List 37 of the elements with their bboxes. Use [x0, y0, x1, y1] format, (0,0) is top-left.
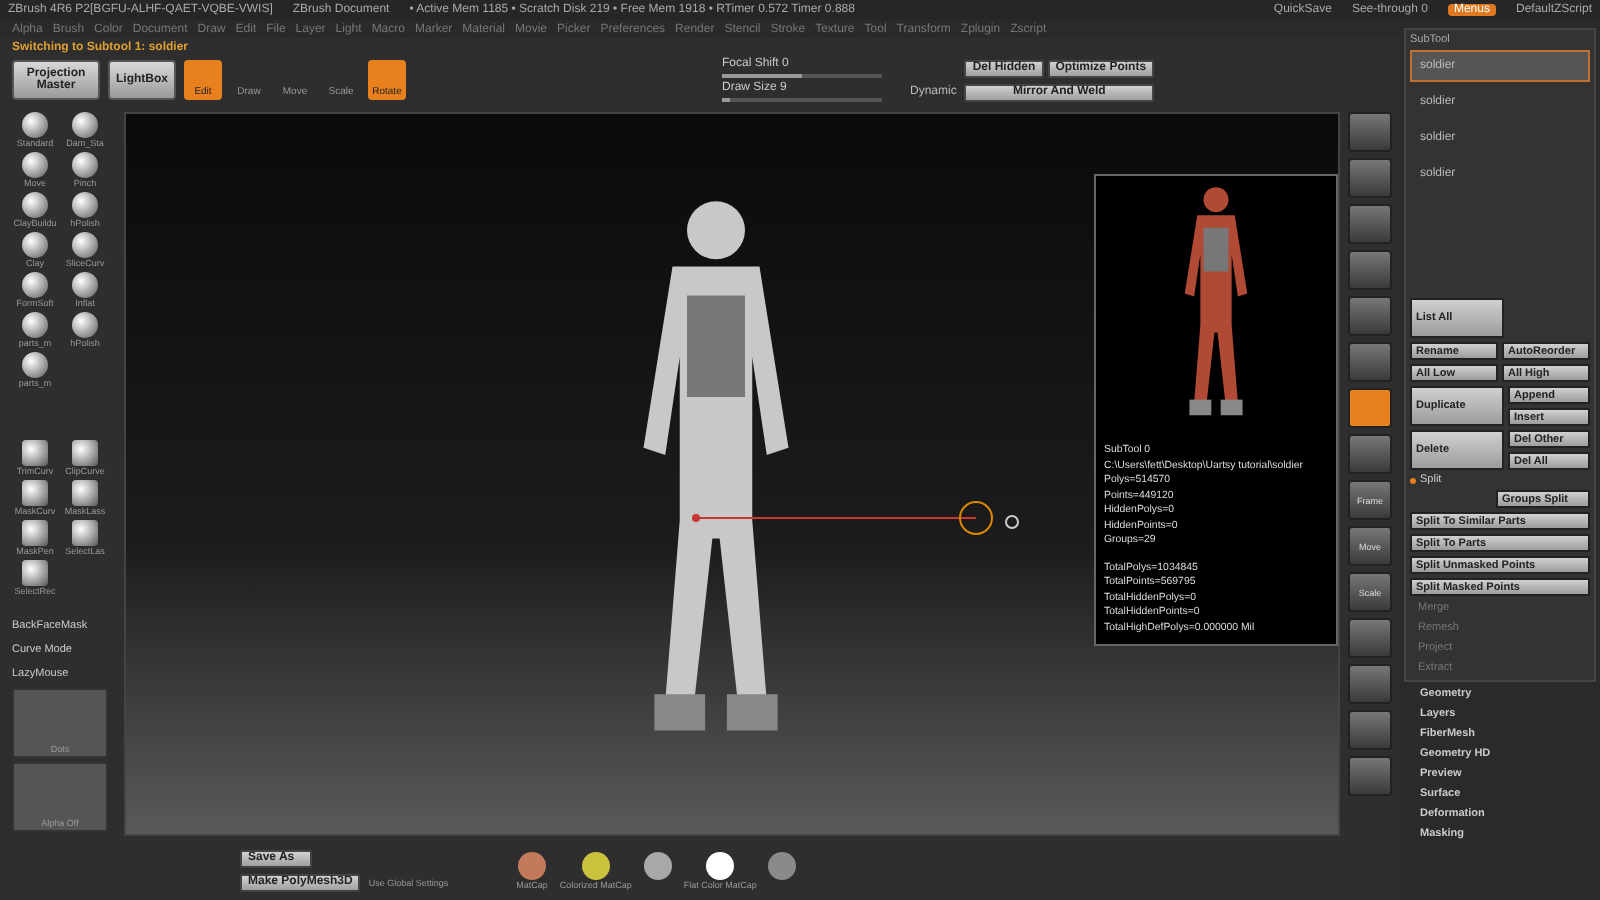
- tool-icon[interactable]: [72, 519, 98, 546]
- brush-icon[interactable]: [22, 272, 48, 298]
- brush-icon[interactable]: [72, 152, 98, 178]
- brush-icon[interactable]: [22, 312, 48, 338]
- view-icon-button[interactable]: [1348, 710, 1392, 750]
- tool-icon[interactable]: [72, 439, 98, 466]
- brush-icon[interactable]: [72, 232, 98, 258]
- view-icon-button[interactable]: [1348, 664, 1392, 704]
- view-icon-button[interactable]: [1348, 296, 1392, 336]
- tool-icon[interactable]: [22, 519, 48, 546]
- view-icon-button[interactable]: [1348, 342, 1392, 382]
- view-icon-button[interactable]: [1348, 434, 1392, 474]
- tool-icon[interactable]: [72, 479, 98, 506]
- view-icon-button[interactable]: [1348, 618, 1392, 658]
- view-icon-button[interactable]: [1348, 112, 1392, 152]
- view-icon-button[interactable]: [1348, 756, 1392, 796]
- material-sphere[interactable]: [643, 851, 672, 879]
- brush-icon[interactable]: [22, 152, 48, 178]
- material-sphere[interactable]: [581, 851, 610, 879]
- brush-icon[interactable]: [72, 312, 98, 338]
- tool-icon[interactable]: [22, 439, 48, 466]
- brush-icon[interactable]: [72, 192, 98, 218]
- view-icon-button[interactable]: [1348, 204, 1392, 244]
- brush-icon[interactable]: [22, 232, 48, 258]
- brush-icon[interactable]: [22, 112, 48, 138]
- brush-icon[interactable]: [72, 272, 98, 298]
- brush-icon[interactable]: [22, 192, 48, 218]
- viewport-canvas[interactable]: [124, 112, 1340, 836]
- view-icon-button[interactable]: [1348, 250, 1392, 290]
- view-icon-button[interactable]: [1348, 388, 1392, 428]
- brush-icon[interactable]: [72, 112, 98, 138]
- tool-icon[interactable]: [22, 479, 48, 506]
- brush-icon[interactable]: [22, 352, 48, 378]
- tool-icon[interactable]: [22, 559, 48, 586]
- view-icon-button[interactable]: [1348, 158, 1392, 198]
- section-dot: [1410, 477, 1416, 483]
- material-sphere[interactable]: [706, 851, 735, 879]
